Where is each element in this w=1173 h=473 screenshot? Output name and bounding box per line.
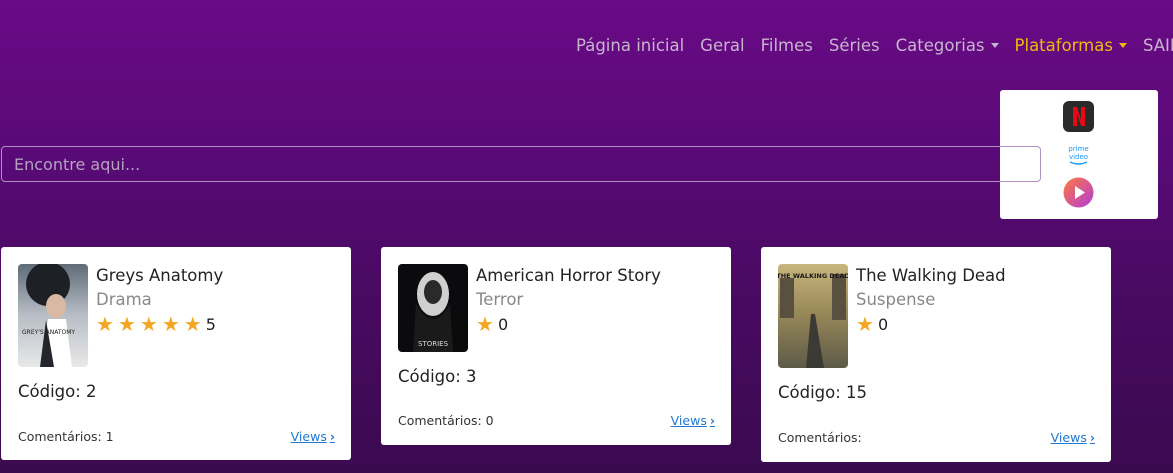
nav-plataformas[interactable]: Plataformas (1015, 36, 1127, 55)
nav-categorias[interactable]: Categorias (896, 36, 999, 55)
nav-sair[interactable]: SAIR (1143, 36, 1173, 55)
card-code: Código: 2 (18, 382, 97, 401)
star-icon: ★ (161, 312, 180, 336)
card-genre: Suspense (856, 290, 936, 309)
card-code: Código: 3 (398, 367, 477, 386)
card-comments: Comentários: 1 (18, 429, 114, 444)
series-card: THE WALKING DEAD The Walking Dead Suspen… (761, 247, 1111, 462)
card-comments: Comentários: (778, 430, 862, 445)
card-rating: ★ 0 (856, 314, 888, 334)
rating-value: 0 (877, 314, 889, 334)
chevron-right-icon: › (329, 429, 335, 444)
star-icon: ★ (96, 312, 114, 336)
views-label: Views (670, 413, 707, 428)
series-poster[interactable]: THE WALKING DEAD (778, 264, 848, 368)
star-icon: ★ (476, 312, 494, 336)
views-link[interactable]: Views › (291, 429, 335, 444)
series-poster[interactable]: GREY'S ANATOMY (18, 264, 88, 367)
card-comments: Comentários: 0 (398, 413, 494, 428)
nav-filmes[interactable]: Filmes (761, 36, 813, 55)
chevron-right-icon: › (709, 413, 715, 428)
star-icon: ★ (139, 312, 158, 336)
nav-series[interactable]: Séries (829, 36, 880, 55)
nav-pagina-inicial[interactable]: Página inicial (576, 36, 684, 55)
nav-geral[interactable]: Geral (700, 36, 744, 55)
nav-plataformas-label: Plataformas (1014, 36, 1113, 55)
views-link[interactable]: Views › (1051, 430, 1095, 445)
rating-value: 0 (497, 314, 509, 334)
views-label: Views (290, 429, 327, 444)
views-link[interactable]: Views › (671, 413, 715, 428)
chevron-down-icon (990, 43, 999, 48)
card-title: American Horror Story (476, 266, 661, 285)
series-card: STORIES American Horror Story Terror ★ 0… (381, 247, 731, 445)
star-icon: ★ (117, 312, 136, 336)
play-icon[interactable] (1063, 177, 1094, 208)
poster-text: STORIES (418, 340, 449, 348)
card-rating: ★ 0 (476, 314, 508, 334)
card-title: The Walking Dead (856, 266, 1006, 285)
series-card: GREY'S ANATOMY Greys Anatomy Drama ★ ★ ★… (1, 247, 351, 460)
prime-video-icon[interactable]: prime video (1063, 139, 1094, 170)
star-icon: ★ (183, 312, 202, 336)
card-rating: ★ ★ ★ ★ ★ 5 (96, 314, 216, 334)
nav-categorias-label: Categorias (895, 36, 985, 55)
rating-value: 5 (205, 314, 216, 334)
poster-text: GREY'S ANATOMY (22, 329, 75, 336)
top-nav: Página inicial Geral Filmes Séries Categ… (576, 36, 1173, 55)
views-label: Views (1050, 430, 1087, 445)
svg-text:prime: prime (1068, 145, 1088, 153)
card-genre: Drama (96, 290, 152, 309)
search-input[interactable] (1, 146, 1041, 182)
poster-text: THE WALKING DEAD (778, 272, 848, 280)
card-code: Código: 15 (778, 383, 868, 402)
series-poster[interactable]: STORIES (398, 264, 468, 352)
card-genre: Terror (476, 290, 524, 309)
chevron-right-icon: › (1089, 430, 1095, 445)
star-icon: ★ (856, 312, 874, 336)
netflix-icon[interactable] (1063, 101, 1094, 132)
card-title: Greys Anatomy (96, 266, 224, 285)
svg-text:video: video (1069, 153, 1088, 161)
chevron-down-icon (1118, 43, 1127, 48)
